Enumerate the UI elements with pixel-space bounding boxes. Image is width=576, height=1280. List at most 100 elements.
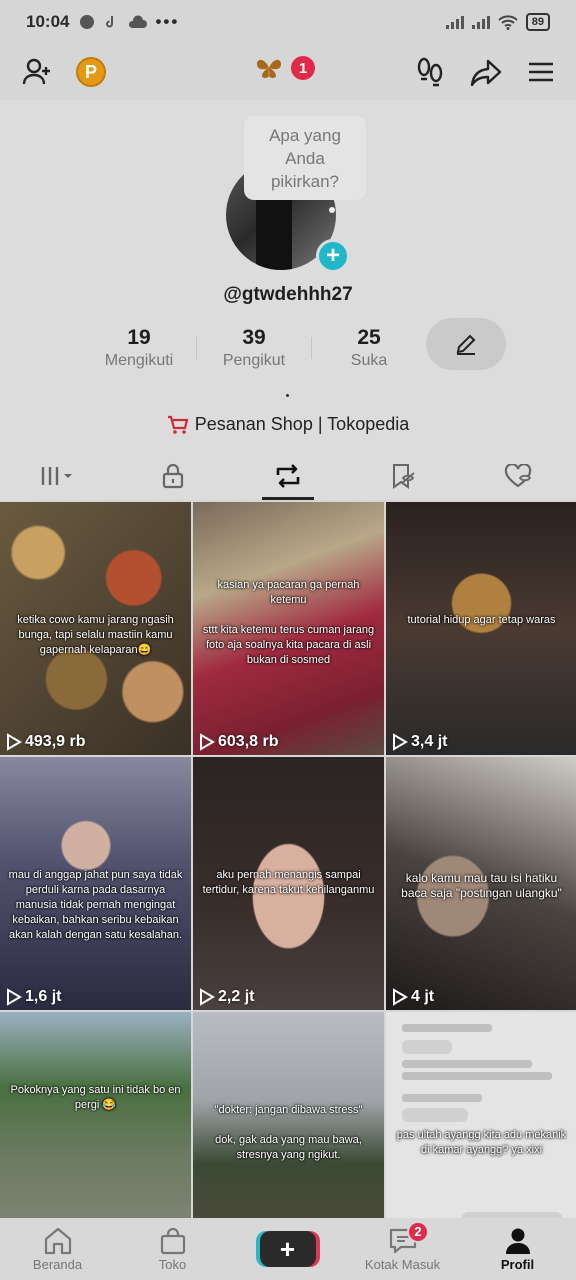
video-caption: kalo kamu mau tau isi hatiku baca saja "… <box>401 870 562 900</box>
play-icon <box>200 733 215 751</box>
view-count-value: 1,6 jt <box>25 988 62 1005</box>
notification-badge: 1 <box>291 56 315 80</box>
chat-line <box>402 1094 482 1102</box>
footprints-icon[interactable] <box>416 57 444 87</box>
coin-icon[interactable]: P <box>76 57 106 87</box>
menu-icon[interactable] <box>528 61 554 83</box>
clock: 10:04 <box>26 12 70 31</box>
view-count: 1,6 jt <box>6 988 61 1006</box>
cloud-icon <box>129 15 148 28</box>
add-friend-icon[interactable] <box>22 57 52 87</box>
signal-icon-2 <box>471 15 490 29</box>
view-count-value: 493,9 rb <box>25 733 86 750</box>
chat-line <box>402 1072 552 1080</box>
profile-icon <box>505 1228 530 1254</box>
stat-following[interactable]: 19 Mengikuti <box>82 326 196 370</box>
wifi-icon <box>498 15 518 30</box>
more-notifications-icon: ••• <box>155 12 180 31</box>
add-story-button[interactable]: + <box>316 239 350 273</box>
battery-indicator: 89 <box>525 13 550 31</box>
tab-liked[interactable] <box>461 452 576 500</box>
tab-reposts[interactable] <box>230 452 345 500</box>
cart-icon <box>167 415 189 434</box>
video-thumbnail[interactable]: kasian ya pacaran ga pernah ketemu sttt … <box>193 502 384 755</box>
chat-line <box>402 1060 532 1068</box>
shop-orders-link[interactable]: Pesanan Shop | Tokopedia <box>0 414 576 435</box>
edit-profile-button[interactable] <box>426 318 506 370</box>
notification-icons: ••• <box>79 12 179 32</box>
chat-bubble <box>402 1040 452 1054</box>
play-icon <box>393 988 408 1006</box>
view-count-value: 603,8 rb <box>218 733 279 750</box>
nav-profile-label: Profil <box>500 1256 535 1272</box>
grid-icon <box>41 467 72 485</box>
video-thumbnail[interactable]: mau di anggap jahat pun saya tidak perdu… <box>0 757 191 1010</box>
status-bubble[interactable]: Apa yang Anda pikirkan? <box>244 116 366 200</box>
profile-stats: 19 Mengikuti 39 Pengikut 25 Suka <box>82 326 426 370</box>
play-icon <box>393 733 408 751</box>
stat-value: 39 <box>242 326 266 349</box>
nav-profile[interactable]: Profil <box>460 1227 575 1272</box>
butterfly-icon <box>257 59 281 78</box>
stat-label: Suka <box>350 352 388 369</box>
play-icon <box>7 733 22 751</box>
video-thumbnail[interactable]: ketika cowo kamu jarang ngasih bunga, ta… <box>0 502 191 755</box>
profile-header: Apa yang Anda pikirkan? + @gtwdehhh27 19… <box>0 100 576 500</box>
lock-icon <box>162 463 183 489</box>
share-icon[interactable] <box>470 58 502 86</box>
video-grid: ketika cowo kamu jarang ngasih bunga, ta… <box>0 502 576 1265</box>
tab-private[interactable] <box>115 452 230 500</box>
stat-label: Mengikuti <box>104 352 174 369</box>
stat-value: 19 <box>127 326 151 349</box>
video-thumbnail[interactable]: aku pernah menangis sampai tertidur, kar… <box>193 757 384 1010</box>
video-caption: pas ultah ayangg kita adu mekanik di kam… <box>396 1129 567 1157</box>
repost-icon <box>276 464 300 488</box>
view-count: 2,2 jt <box>199 988 254 1006</box>
video-caption: kasian ya pacaran ga pernah ketemu sttt … <box>202 578 375 666</box>
nav-shop[interactable]: Toko <box>115 1227 230 1272</box>
bio-placeholder <box>286 394 289 397</box>
nav-inbox[interactable]: 2 Kotak Masuk <box>345 1220 460 1272</box>
nav-home[interactable]: Beranda <box>0 1227 115 1272</box>
bottom-navigation: Beranda Toko + 2 Kotak Masuk Profil <box>0 1218 576 1280</box>
video-caption: aku pernah menangis sampai tertidur, kar… <box>202 869 375 897</box>
tab-videos[interactable] <box>0 452 115 500</box>
play-icon <box>7 988 22 1006</box>
stat-followers[interactable]: 39 Pengikut <box>197 326 311 370</box>
play-icon <box>200 988 215 1006</box>
stat-likes[interactable]: 25 Suka <box>312 326 426 370</box>
shopping-bag-icon <box>160 1227 185 1254</box>
chat-bubble <box>402 1108 468 1122</box>
tab-favorites[interactable] <box>346 452 461 500</box>
bookmark-eye-icon <box>393 464 415 489</box>
chat-line <box>402 1024 492 1032</box>
account-switcher[interactable]: 1 <box>255 56 315 80</box>
view-count: 493,9 rb <box>6 733 85 751</box>
inbox-badge: 2 <box>407 1220 429 1243</box>
create-button[interactable]: + <box>259 1231 316 1267</box>
video-caption: mau di anggap jahat pun saya tidak perdu… <box>8 869 183 942</box>
nav-shop-label: Toko <box>158 1256 187 1272</box>
video-thumbnail[interactable]: kalo kamu mau tau isi hatiku baca saja "… <box>386 757 576 1010</box>
view-count: 4 jt <box>392 988 434 1006</box>
video-caption: "dokter: jangan dibawa stress" dok, gak … <box>214 1104 363 1162</box>
nav-home-label: Beranda <box>32 1256 83 1272</box>
profile-topbar: P 1 <box>0 44 576 100</box>
view-count-value: 2,2 jt <box>218 988 255 1005</box>
bubble-tail <box>329 207 335 213</box>
nav-create[interactable]: + <box>230 1231 345 1267</box>
heart-hidden-icon <box>505 464 532 488</box>
view-count-value: 3,4 jt <box>411 733 448 750</box>
pencil-icon <box>456 334 476 355</box>
video-caption: ketika cowo kamu jarang ngasih bunga, ta… <box>17 614 174 657</box>
messenger-icon <box>80 15 95 29</box>
video-thumbnail[interactable]: tutorial hidup agar tetap waras 3,4 jt <box>386 502 576 755</box>
tiktok-icon <box>106 16 114 28</box>
signal-icon <box>445 15 464 29</box>
video-caption: Pokoknya yang satu ini tidak bo en pergi… <box>10 1083 181 1111</box>
stat-label: Pengikut <box>222 352 286 369</box>
status-bar: 10:04 ••• 89 <box>0 0 576 44</box>
shop-link-label: Pesanan Shop | Tokopedia <box>194 414 410 434</box>
username: @gtwdehhh27 <box>223 284 353 305</box>
view-count-value: 4 jt <box>411 988 435 1005</box>
